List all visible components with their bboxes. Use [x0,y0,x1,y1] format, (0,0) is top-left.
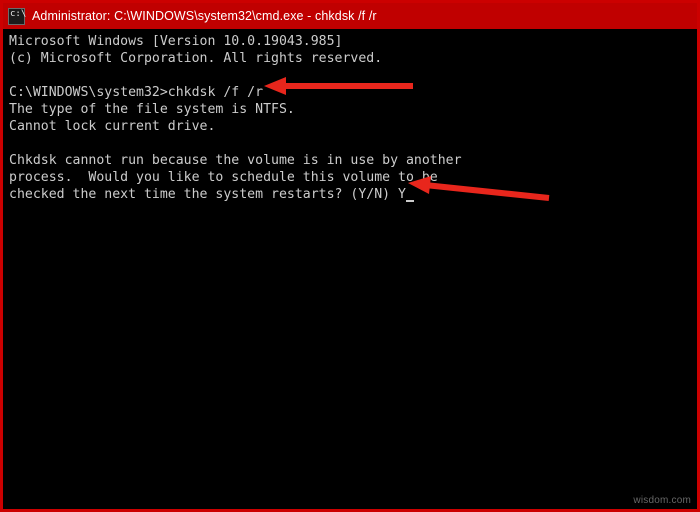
console-line: process. Would you like to schedule this… [9,170,438,185]
watermark: wisdom.com [633,495,691,506]
console-line: The type of the file system is NTFS. [9,102,295,117]
console-line-prompt-answer: checked the next time the system restart… [9,186,691,203]
cmd-icon-glyph: c:\ [10,8,27,19]
text-cursor [405,200,414,202]
console-line: (c) Microsoft Corporation. All rights re… [9,51,383,66]
console-line: Microsoft Windows [Version 10.0.19043.98… [9,34,343,49]
screenshot-root: c:\ Administrator: C:\WINDOWS\system32\c… [0,0,700,512]
command-prompt-window: c:\ Administrator: C:\WINDOWS\system32\c… [0,0,700,512]
console-output-area[interactable]: Microsoft Windows [Version 10.0.19043.98… [3,29,697,509]
window-title: Administrator: C:\WINDOWS\system32\cmd.e… [32,9,377,23]
console-line: Chkdsk cannot run because the volume is … [9,153,462,168]
cmd-icon: c:\ [8,7,27,25]
console-line: Cannot lock current drive. [9,119,216,134]
prompt-answer-text: checked the next time the system restart… [9,187,406,202]
console-line-command: C:\WINDOWS\system32>chkdsk /f /r [9,85,264,100]
window-titlebar[interactable]: c:\ Administrator: C:\WINDOWS\system32\c… [3,3,697,29]
